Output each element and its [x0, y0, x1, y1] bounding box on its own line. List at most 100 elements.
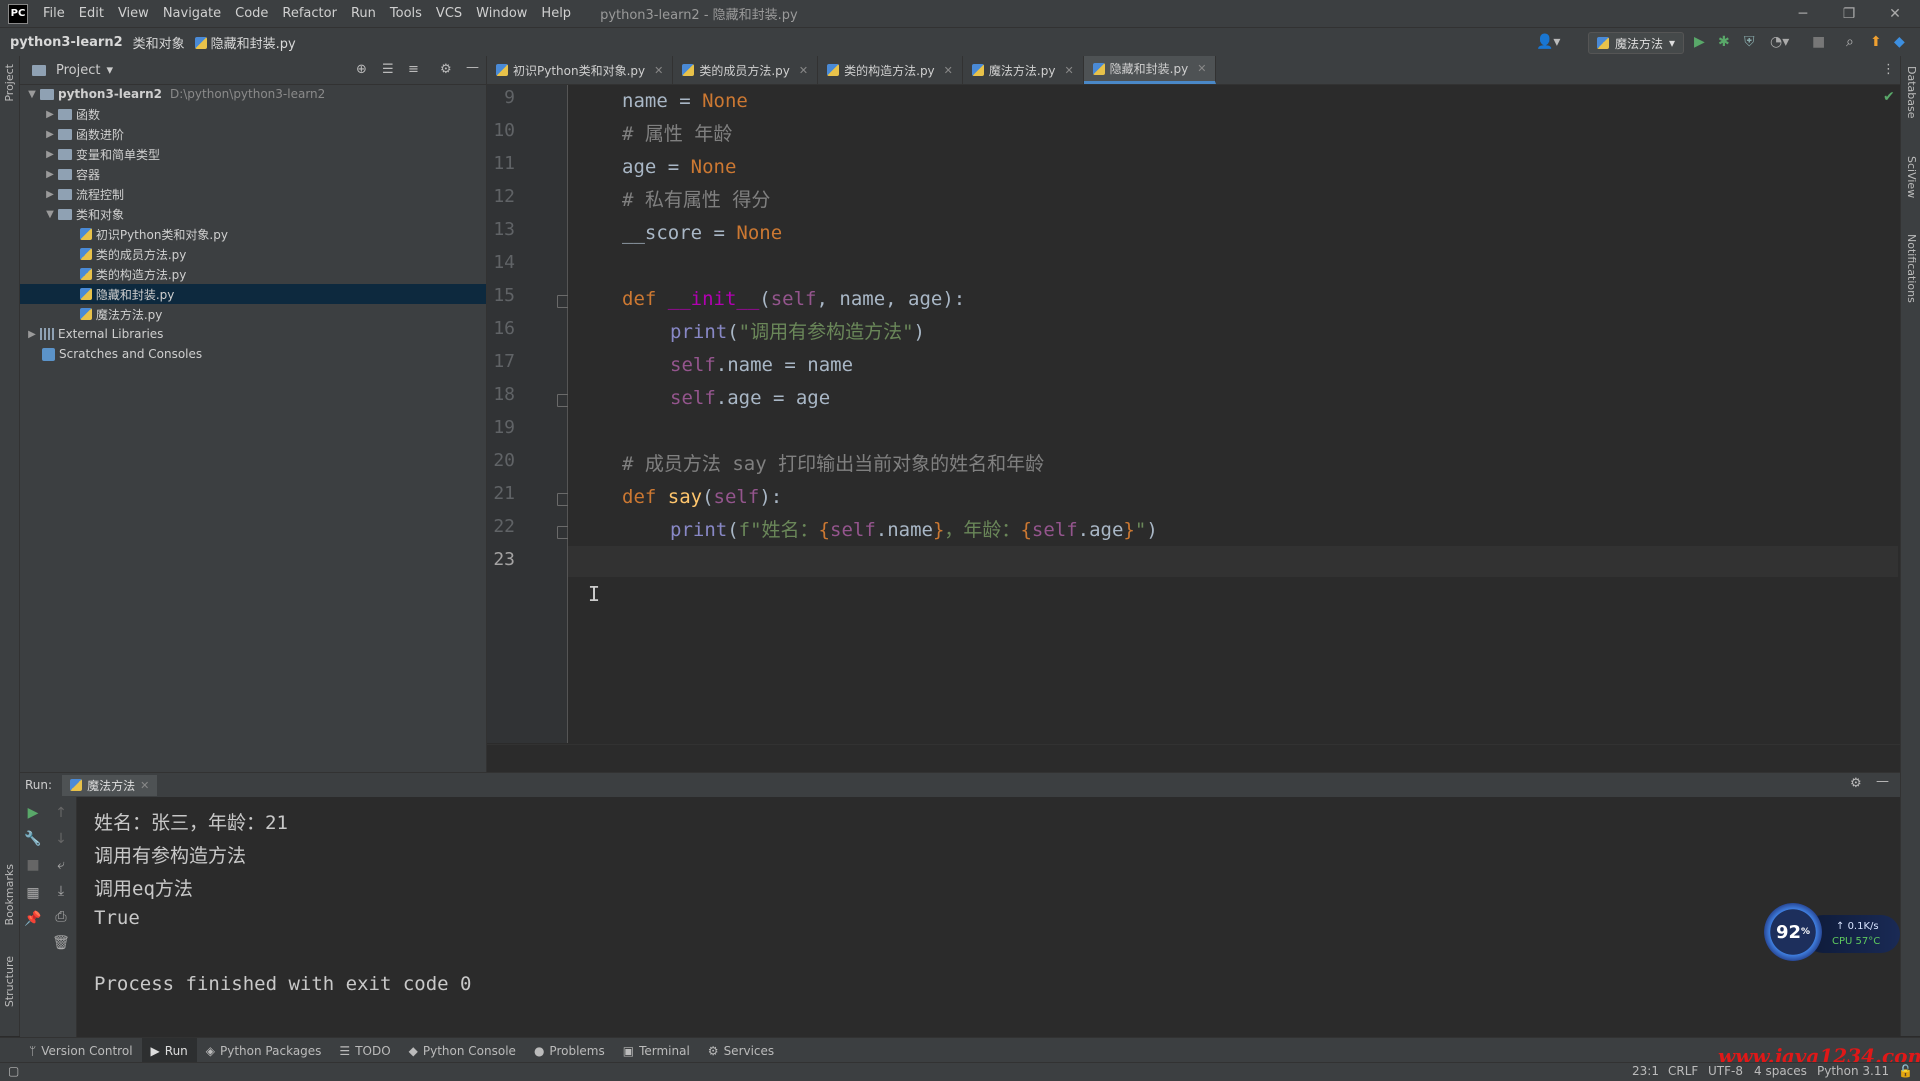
- stop-icon[interactable]: ■: [1812, 34, 1825, 50]
- tree-item-scratches[interactable]: Scratches and Consoles: [20, 344, 486, 364]
- tab-file[interactable]: 魔法方法.py ✕: [963, 56, 1084, 84]
- trash-icon[interactable]: 🗑: [51, 935, 71, 951]
- tool-tab-version-control[interactable]: ᛘ Version Control: [20, 1038, 142, 1063]
- collapse-all-icon[interactable]: ≡: [408, 62, 419, 77]
- tree-item-folder[interactable]: ▶ 变量和简单类型: [20, 144, 486, 164]
- soft-wrap-icon[interactable]: ⤶: [51, 857, 71, 873]
- run-tab[interactable]: 魔法方法 ✕: [62, 774, 158, 796]
- check-icon[interactable]: ✔: [1883, 89, 1895, 105]
- structure-tool-tab[interactable]: Structure: [3, 956, 16, 1007]
- stop-icon[interactable]: ■: [23, 857, 43, 873]
- tool-tab-problems[interactable]: ● Problems: [525, 1038, 614, 1063]
- run-icon[interactable]: ▶: [1694, 34, 1705, 50]
- chevron-right-icon[interactable]: ▶: [26, 329, 38, 340]
- tree-item-folder[interactable]: ▶ 容器: [20, 164, 486, 184]
- close-icon[interactable]: ✕: [1872, 0, 1918, 27]
- notifications-tool-tab[interactable]: Notifications: [1905, 234, 1918, 303]
- close-icon[interactable]: ✕: [799, 64, 808, 77]
- arrow-up-icon[interactable]: ↑: [51, 805, 71, 821]
- tab-file[interactable]: 类的成员方法.py ✕: [673, 56, 819, 84]
- breadcrumb-project[interactable]: python3-learn2: [10, 35, 123, 50]
- menu-window[interactable]: Window: [469, 6, 534, 21]
- arrow-down-icon[interactable]: ↓: [51, 831, 71, 847]
- wrench-icon[interactable]: 🔧: [23, 831, 43, 847]
- chevron-right-icon[interactable]: ▶: [44, 189, 56, 200]
- menu-view[interactable]: View: [111, 6, 156, 21]
- restore-icon[interactable]: ❐: [1826, 0, 1872, 27]
- tree-item-file[interactable]: 类的成员方法.py: [20, 244, 486, 264]
- project-tool-tab[interactable]: Project: [3, 64, 16, 102]
- code-editor[interactable]: ✔ name = None # 属性 年龄 age = None # 私有属性 …: [568, 85, 1898, 743]
- locate-icon[interactable]: ⊕: [356, 62, 367, 77]
- chevron-right-icon[interactable]: ▶: [44, 149, 56, 160]
- chevron-right-icon[interactable]: ▶: [44, 169, 56, 180]
- tree-item-folder[interactable]: ▶ 流程控制: [20, 184, 486, 204]
- jetbrains-icon[interactable]: ◆: [1894, 34, 1905, 50]
- breadcrumb-folder[interactable]: 类和对象: [133, 33, 185, 52]
- tree-item-folder[interactable]: ▶ 函数进阶: [20, 124, 486, 144]
- menu-refactor[interactable]: Refactor: [275, 6, 344, 21]
- tool-tab-todo[interactable]: ☰ TODO: [330, 1038, 399, 1063]
- close-icon[interactable]: ✕: [1197, 62, 1206, 75]
- menu-code[interactable]: Code: [228, 6, 275, 21]
- project-view-select[interactable]: Project ▾: [30, 63, 113, 78]
- tab-file[interactable]: 初识Python类和对象.py ✕: [487, 56, 674, 84]
- caret-position[interactable]: 23:1: [1632, 1064, 1659, 1078]
- close-icon[interactable]: ✕: [140, 779, 149, 792]
- rerun-icon[interactable]: ▶: [23, 805, 43, 821]
- tab-file[interactable]: 类的构造方法.py ✕: [818, 56, 963, 84]
- breadcrumb-file[interactable]: 隐藏和封装.py: [194, 33, 296, 52]
- tree-item-file[interactable]: 魔法方法.py: [20, 304, 486, 324]
- tree-item-folder[interactable]: ▶ 函数: [20, 104, 486, 124]
- close-icon[interactable]: ✕: [654, 64, 663, 77]
- menu-tools[interactable]: Tools: [383, 6, 429, 21]
- line-separator[interactable]: CRLF: [1668, 1064, 1698, 1078]
- chevron-down-icon[interactable]: ▼: [26, 89, 38, 100]
- run-configuration-select[interactable]: 魔法方法 ▾: [1587, 32, 1684, 54]
- layout-toggle-icon[interactable]: ▢: [8, 1064, 19, 1078]
- menu-run[interactable]: Run: [344, 6, 383, 21]
- hide-panel-icon[interactable]: —: [1876, 774, 1889, 789]
- minimize-icon[interactable]: ─: [1780, 0, 1826, 27]
- tool-tab-run[interactable]: ▶ Run: [141, 1038, 197, 1063]
- profile-icon[interactable]: ◔▾: [1770, 34, 1789, 50]
- update-icon[interactable]: ⬆: [1870, 34, 1882, 50]
- close-icon[interactable]: ✕: [1064, 64, 1073, 77]
- tree-item-file[interactable]: 类的构造方法.py: [20, 264, 486, 284]
- hide-panel-icon[interactable]: —: [466, 60, 479, 75]
- tree-item-folder[interactable]: ▼ 类和对象: [20, 204, 486, 224]
- tool-tab-python-console[interactable]: ◆ Python Console: [400, 1038, 525, 1063]
- gear-icon[interactable]: ⚙: [440, 62, 452, 77]
- chevron-right-icon[interactable]: ▶: [44, 129, 56, 140]
- tool-tab-terminal[interactable]: ▣ Terminal: [614, 1038, 699, 1063]
- debug-icon[interactable]: ✱: [1718, 34, 1730, 50]
- bookmarks-tool-tab[interactable]: Bookmarks: [3, 864, 16, 925]
- pin-icon[interactable]: 📌: [23, 911, 43, 927]
- chevron-right-icon[interactable]: ▶: [44, 109, 56, 120]
- tool-tab-services[interactable]: ⚙ Services: [699, 1038, 783, 1063]
- tree-item-file-selected[interactable]: 隐藏和封装.py: [20, 284, 486, 304]
- database-tool-tab[interactable]: Database: [1905, 66, 1918, 119]
- tree-item-file[interactable]: 初识Python类和对象.py: [20, 224, 486, 244]
- system-monitor-widget[interactable]: 92% ↑ 0.1K/s CPU 57°C: [1764, 903, 1904, 965]
- lock-icon[interactable]: 🔓: [1898, 1064, 1913, 1078]
- close-icon[interactable]: ✕: [944, 64, 953, 77]
- indent-setting[interactable]: 4 spaces: [1754, 1064, 1807, 1078]
- sciview-tool-tab[interactable]: SciView: [1905, 156, 1918, 198]
- python-interpreter[interactable]: Python 3.11: [1817, 1064, 1889, 1078]
- menu-file[interactable]: File: [36, 6, 72, 21]
- menu-vcs[interactable]: VCS: [429, 6, 469, 21]
- menu-edit[interactable]: Edit: [72, 6, 111, 21]
- menu-navigate[interactable]: Navigate: [156, 6, 228, 21]
- layout-icon[interactable]: ▦: [23, 885, 43, 901]
- coverage-icon[interactable]: ⛨: [1744, 34, 1755, 50]
- scroll-to-end-icon[interactable]: ⤓: [51, 883, 71, 899]
- print-icon[interactable]: ⎙: [51, 909, 71, 925]
- more-options-icon[interactable]: ⋮: [1882, 62, 1895, 77]
- run-console[interactable]: 姓名：张三，年龄：21 调用有参构造方法 调用eq方法 True Process…: [77, 797, 1900, 1037]
- search-icon[interactable]: ⌕: [1846, 34, 1854, 50]
- tree-item-external-libraries[interactable]: ▶ External Libraries: [20, 324, 486, 344]
- tool-tab-python-packages[interactable]: ◈ Python Packages: [197, 1038, 331, 1063]
- user-icon[interactable]: 👤▾: [1536, 34, 1560, 50]
- gear-icon[interactable]: ⚙: [1850, 776, 1862, 791]
